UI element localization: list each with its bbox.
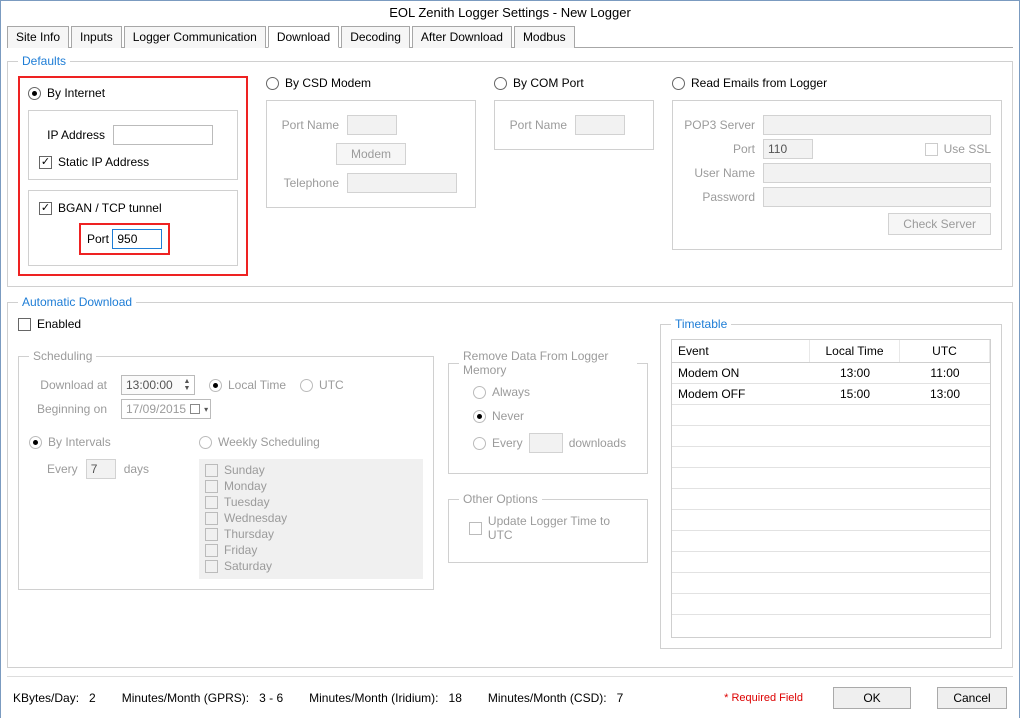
weekly-scheduling-radio: Weekly Scheduling — [199, 435, 423, 449]
tab-after-download[interactable]: After Download — [412, 26, 512, 48]
by-intervals-radio: By Intervals — [29, 435, 179, 449]
static-ip-checkbox[interactable]: Static IP Address — [39, 155, 227, 169]
csd-portname-input — [347, 115, 397, 135]
password-label: Password — [683, 190, 755, 204]
auto-legend: Automatic Download — [18, 295, 136, 309]
table-row: Modem ON13:0011:00 — [672, 363, 990, 384]
cancel-button[interactable]: Cancel — [937, 687, 1007, 709]
days-label: days — [124, 462, 149, 476]
weekday-list: Sunday Monday Tuesday Wednesday Thursday… — [199, 459, 423, 579]
window-title: EOL Zenith Logger Settings - New Logger — [1, 1, 1019, 23]
every-label: Every — [47, 462, 78, 476]
bgan-port-highlight: Port — [79, 223, 170, 255]
password-input — [763, 187, 991, 207]
username-label: User Name — [683, 166, 755, 180]
download-at-label: Download at — [29, 378, 107, 392]
tab-site-info[interactable]: Site Info — [7, 26, 69, 48]
pop3-label: POP3 Server — [683, 118, 755, 132]
timetable-group: Timetable Event Local Time UTC Modem ON1… — [660, 317, 1002, 649]
ip-address-label: IP Address — [39, 128, 105, 142]
csd-telephone-label: Telephone — [277, 176, 339, 190]
remove-every-input — [529, 433, 563, 453]
defaults-legend: Defaults — [18, 54, 70, 68]
ok-button[interactable]: OK — [833, 687, 911, 709]
tab-download[interactable]: Download — [268, 26, 339, 48]
auto-enabled-checkbox[interactable]: Enabled — [18, 317, 648, 331]
beginning-on-label: Beginning on — [29, 402, 107, 416]
by-internet-radio[interactable]: By Internet — [28, 86, 238, 100]
tab-modbus[interactable]: Modbus — [514, 26, 575, 48]
email-port-label: Port — [683, 142, 755, 156]
com-portname-input — [575, 115, 625, 135]
com-portname-label: Port Name — [505, 118, 567, 132]
auto-download-group: Automatic Download Enabled Scheduling Do… — [7, 295, 1013, 668]
remove-always-radio: Always — [473, 385, 637, 399]
use-ssl-checkbox: Use SSL — [925, 142, 991, 156]
bgan-port-label: Port — [87, 232, 109, 246]
defaults-group: Defaults By Internet IP Address — [7, 54, 1013, 287]
scheduling-legend: Scheduling — [29, 349, 96, 363]
required-field-note: Required Field — [724, 692, 807, 704]
username-input — [763, 163, 991, 183]
utc-radio: UTC — [300, 378, 344, 392]
remove-data-legend: Remove Data From Logger Memory — [459, 349, 637, 377]
update-utc-checkbox: Update Logger Time to UTC — [469, 514, 637, 542]
table-row: Modem OFF15:0013:00 — [672, 384, 990, 405]
tabs: Site Info Inputs Logger Communication Do… — [7, 25, 1013, 48]
other-options-legend: Other Options — [459, 492, 542, 506]
local-time-radio: Local Time — [209, 378, 286, 392]
ip-address-input[interactable] — [113, 125, 213, 145]
every-input — [86, 459, 116, 479]
tab-logger-comm[interactable]: Logger Communication — [124, 26, 266, 48]
csd-modem-button: Modem — [336, 143, 406, 165]
csd-portname-label: Port Name — [277, 118, 339, 132]
by-internet-highlight: By Internet IP Address Static IP Address — [18, 76, 248, 276]
beginning-on-picker: 17/09/2015 ▾ — [121, 399, 211, 419]
bgan-port-input[interactable] — [112, 229, 162, 249]
download-at-spinner: ▲▼ — [121, 375, 195, 395]
pop3-input — [763, 115, 991, 135]
read-emails-radio[interactable]: Read Emails from Logger — [672, 76, 1002, 90]
by-csd-radio[interactable]: By CSD Modem — [266, 76, 476, 90]
timetable-header: Event Local Time UTC — [671, 339, 991, 363]
bgan-checkbox[interactable]: BGAN / TCP tunnel — [39, 201, 227, 215]
timetable-body: Modem ON13:0011:00 Modem OFF15:0013:00 — [671, 363, 991, 638]
status-footer: KBytes/Day: 2 Minutes/Month (GPRS): 3 - … — [7, 676, 1013, 713]
timetable-legend: Timetable — [671, 317, 731, 331]
tab-decoding[interactable]: Decoding — [341, 26, 410, 48]
by-com-radio[interactable]: By COM Port — [494, 76, 654, 90]
tab-inputs[interactable]: Inputs — [71, 26, 122, 48]
email-port-input — [763, 139, 813, 159]
remove-never-radio: Never — [473, 409, 637, 423]
check-server-button: Check Server — [888, 213, 991, 235]
csd-telephone-input — [347, 173, 457, 193]
remove-every-radio: Every downloads — [473, 433, 637, 453]
